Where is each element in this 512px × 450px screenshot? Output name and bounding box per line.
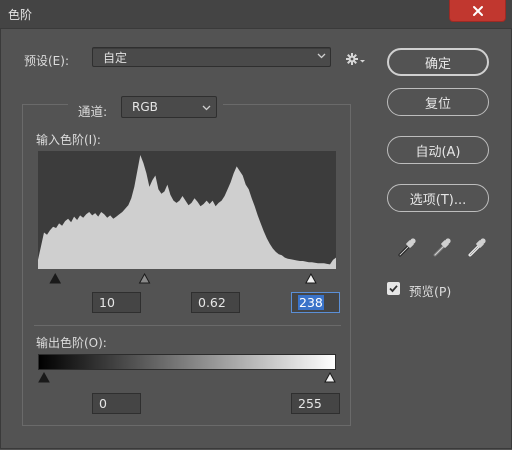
reset-button[interactable]: 复位 <box>387 88 489 116</box>
title-bar[interactable]: 色阶 <box>0 0 512 29</box>
channel-label: 通道: <box>78 104 108 119</box>
window-title: 色阶 <box>8 8 33 22</box>
channel-select[interactable]: RGB <box>121 96 217 118</box>
output-slider[interactable] <box>38 371 336 385</box>
gear-icon[interactable] <box>346 52 366 66</box>
input-shadow-field[interactable]: 10 <box>92 292 141 313</box>
input-highlight-value: 238 <box>298 295 324 310</box>
output-min-field[interactable]: 0 <box>92 393 141 414</box>
output-levels-label: 输出色阶(O): <box>36 336 107 350</box>
gray-eyedropper-icon[interactable] <box>433 238 451 257</box>
chevron-down-icon <box>317 53 326 59</box>
preset-label: 预设(E): <box>24 54 69 68</box>
input-highlight-field[interactable]: 238 <box>291 292 340 313</box>
input-levels-label: 输入色阶(I): <box>36 133 101 147</box>
histogram <box>38 151 336 269</box>
auto-button[interactable]: 自动(A) <box>387 136 489 164</box>
section-divider <box>34 325 341 326</box>
black-eyedropper-icon[interactable] <box>398 238 416 257</box>
options-button[interactable]: 选项(T)... <box>387 184 489 212</box>
output-min-handle[interactable] <box>38 371 50 383</box>
output-max-field[interactable]: 255 <box>291 393 340 414</box>
preview-checkbox[interactable] <box>387 282 400 295</box>
output-gradient-bar <box>38 354 336 370</box>
close-icon <box>472 5 483 16</box>
ok-button[interactable]: 确定 <box>387 48 489 76</box>
histogram-area <box>38 155 336 269</box>
input-shadow-handle[interactable] <box>49 272 62 284</box>
input-slider[interactable] <box>38 272 336 286</box>
input-midtone-handle[interactable] <box>138 272 151 284</box>
preset-select[interactable]: 自定 <box>92 47 331 67</box>
preview-label: 预览(P) <box>409 284 452 299</box>
close-button[interactable] <box>449 0 506 22</box>
output-max-handle[interactable] <box>324 371 336 383</box>
white-eyedropper-icon[interactable] <box>468 238 486 257</box>
input-midtone-field[interactable]: 0.62 <box>191 292 240 313</box>
input-highlight-handle[interactable] <box>305 272 317 284</box>
eyedropper-group <box>398 238 486 257</box>
check-icon <box>389 285 398 293</box>
channel-value: RGB <box>132 100 158 114</box>
preset-value: 自定 <box>103 51 128 65</box>
chevron-down-icon <box>202 105 211 111</box>
